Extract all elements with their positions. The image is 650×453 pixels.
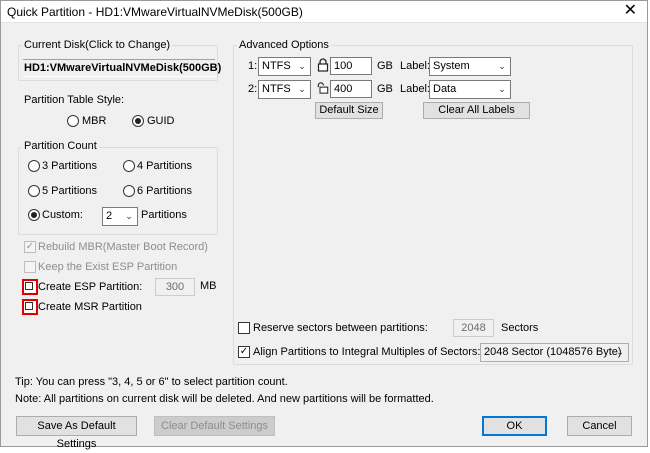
guid-radio[interactable] bbox=[132, 115, 144, 127]
note-text: Note: All partitions on current disk wil… bbox=[15, 393, 434, 405]
custom-count-select[interactable]: 2 ⌄ bbox=[102, 207, 138, 226]
partition-size-input[interactable]: 100 bbox=[330, 57, 372, 75]
partition-label-caption: Label: bbox=[400, 60, 430, 72]
chevron-down-icon: ⌄ bbox=[616, 347, 624, 357]
three-partitions-radio[interactable] bbox=[28, 160, 40, 172]
lock-closed-icon[interactable] bbox=[317, 58, 329, 72]
reserve-sectors-input[interactable]: 2048 bbox=[453, 319, 494, 337]
chevron-down-icon: ⌄ bbox=[298, 61, 306, 71]
chevron-down-icon: ⌄ bbox=[498, 84, 506, 94]
reserve-sectors-checkbox[interactable] bbox=[238, 322, 250, 334]
mbr-radio-label[interactable]: MBR bbox=[82, 115, 106, 127]
rebuild-mbr-checkbox[interactable]: ✓ bbox=[24, 241, 36, 253]
create-esp-checkbox[interactable] bbox=[22, 279, 38, 295]
quick-partition-dialog: Quick Partition - HD1:VMwareVirtualNVMeD… bbox=[0, 0, 648, 450]
six-partitions-label[interactable]: 6 Partitions bbox=[137, 185, 192, 197]
lock-open-icon[interactable] bbox=[317, 81, 329, 95]
partition-row-index: 2: bbox=[248, 83, 258, 95]
reserve-sectors-label[interactable]: Reserve sectors between partitions: bbox=[253, 322, 428, 334]
create-msr-label[interactable]: Create MSR Partition bbox=[38, 301, 142, 313]
partition-label-select[interactable]: Data ⌄ bbox=[429, 80, 511, 99]
guid-radio-label[interactable]: GUID bbox=[147, 115, 175, 127]
custom-radio[interactable] bbox=[28, 209, 40, 221]
align-sectors-value: 2048 Sector (1048576 Byte) bbox=[484, 346, 622, 358]
partition-label-value: System bbox=[433, 60, 470, 72]
five-partitions-label[interactable]: 5 Partitions bbox=[42, 185, 97, 197]
reserve-sectors-unit: Sectors bbox=[501, 322, 539, 334]
fs-value: NTFS bbox=[262, 83, 291, 95]
window-title: Quick Partition - HD1:VMwareVirtualNVMeD… bbox=[7, 5, 303, 19]
three-partitions-label[interactable]: 3 Partitions bbox=[42, 160, 97, 172]
mbr-radio[interactable] bbox=[67, 115, 79, 127]
chevron-down-icon: ⌄ bbox=[498, 61, 506, 71]
current-disk-button[interactable]: HD1:VMwareVirtualNVMeDisk(500GB) bbox=[23, 59, 221, 77]
advanced-options-legend: Advanced Options bbox=[237, 39, 331, 51]
title-bar: Quick Partition - HD1:VMwareVirtualNVMeD… bbox=[1, 1, 647, 23]
create-esp-label[interactable]: Create ESP Partition: bbox=[38, 281, 142, 293]
custom-count-suffix: Partitions bbox=[141, 209, 187, 221]
four-partitions-radio[interactable] bbox=[123, 160, 135, 172]
custom-radio-label[interactable]: Custom: bbox=[42, 209, 83, 221]
partition-label-caption: Label: bbox=[400, 83, 430, 95]
custom-count-value: 2 bbox=[106, 210, 113, 222]
close-icon[interactable]: ✕ bbox=[624, 2, 637, 20]
partition-count-legend: Partition Count bbox=[22, 140, 99, 152]
esp-size-unit: MB bbox=[200, 280, 217, 292]
default-size-button[interactable]: Default Size bbox=[315, 102, 383, 119]
create-msr-checkbox[interactable] bbox=[22, 299, 38, 315]
rebuild-mbr-label: Rebuild MBR(Master Boot Record) bbox=[38, 241, 208, 253]
clear-default-settings-button[interactable]: Clear Default Settings bbox=[154, 416, 275, 436]
checkmark-icon: ✓ bbox=[239, 346, 249, 357]
align-partitions-checkbox[interactable]: ✓ bbox=[238, 346, 250, 358]
keep-esp-label: Keep the Exist ESP Partition bbox=[38, 261, 178, 273]
cancel-button[interactable]: Cancel bbox=[567, 416, 632, 436]
align-sectors-select[interactable]: 2048 Sector (1048576 Byte) ⌄ bbox=[480, 343, 629, 362]
checkmark-icon: ✓ bbox=[25, 241, 35, 252]
partition-size-input[interactable]: 400 bbox=[330, 80, 372, 98]
four-partitions-label[interactable]: 4 Partitions bbox=[137, 160, 192, 172]
chevron-down-icon: ⌄ bbox=[125, 211, 133, 221]
five-partitions-radio[interactable] bbox=[28, 185, 40, 197]
six-partitions-radio[interactable] bbox=[123, 185, 135, 197]
keep-esp-checkbox[interactable] bbox=[24, 261, 36, 273]
chevron-down-icon: ⌄ bbox=[298, 84, 306, 94]
current-disk-legend: Current Disk(Click to Change) bbox=[22, 39, 173, 51]
partition-label-value: Data bbox=[433, 83, 457, 95]
save-as-default-button[interactable]: Save As Default Settings bbox=[16, 416, 137, 450]
partition-size-unit: GB bbox=[377, 60, 393, 72]
esp-size-input[interactable]: 300 bbox=[155, 278, 195, 296]
ok-button[interactable]: OK bbox=[482, 416, 547, 436]
fs-select[interactable]: NTFS ⌄ bbox=[258, 80, 311, 99]
tip-text: Tip: You can press "3, 4, 5 or 6" to sel… bbox=[15, 376, 288, 388]
partition-label-select[interactable]: System ⌄ bbox=[429, 57, 511, 76]
fs-select[interactable]: NTFS ⌄ bbox=[258, 57, 311, 76]
partition-size-unit: GB bbox=[377, 83, 393, 95]
clear-all-labels-button[interactable]: Clear All Labels bbox=[423, 102, 530, 119]
partition-table-style-label: Partition Table Style: bbox=[24, 94, 125, 106]
partition-row-index: 1: bbox=[248, 60, 258, 72]
fs-value: NTFS bbox=[262, 60, 291, 72]
align-partitions-label[interactable]: Align Partitions to Integral Multiples o… bbox=[253, 346, 480, 358]
